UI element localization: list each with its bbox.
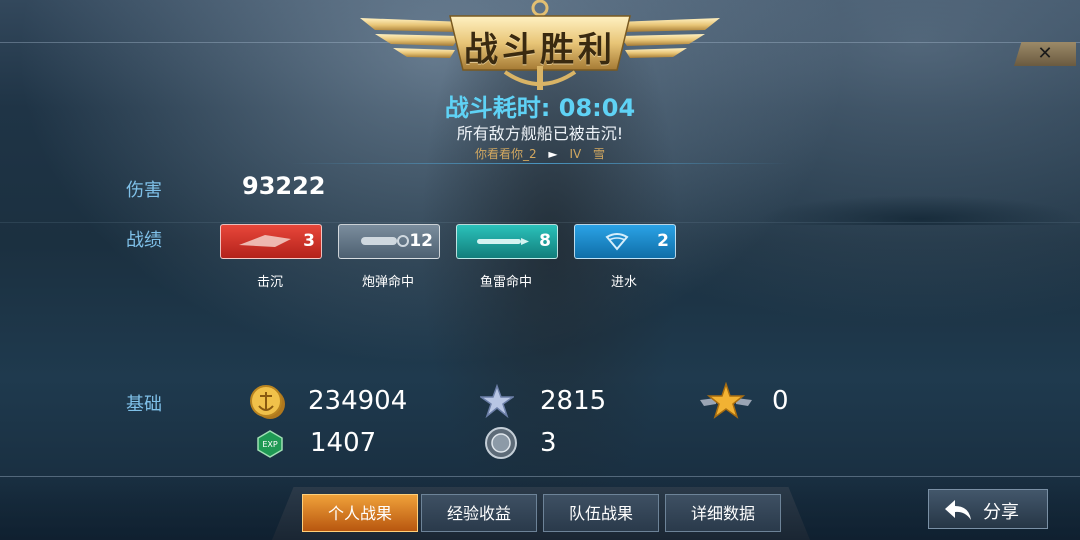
gold-value: 234904 (308, 386, 408, 416)
badge-label-shell: 炮弹命中 (361, 275, 414, 290)
svg-text:EXP: EXP (262, 440, 278, 449)
badge-sunk[interactable]: 3 (220, 224, 322, 259)
share-label: 分享 (983, 502, 1019, 523)
exp-icon: EXP (257, 430, 283, 458)
badge-label-sunk: 击沉 (256, 275, 283, 290)
shell-icon (361, 235, 409, 247)
gold-star-icon (700, 382, 752, 419)
torpedo-icon (477, 238, 529, 245)
badge-label-flooding: 进水 (610, 275, 637, 290)
tab-detailed-data[interactable]: 详细数据 (665, 494, 781, 532)
record-label: 战绩 (126, 230, 162, 251)
battle-duration: 战斗耗时: 08:04 (444, 94, 636, 122)
badge-count: 3 (303, 231, 315, 251)
silver-star-icon (480, 384, 514, 418)
badge-count: 2 (657, 231, 669, 251)
sunk-ship-icon (239, 235, 291, 247)
flooding-icon (605, 233, 629, 251)
close-button[interactable]: ✕ (1014, 42, 1076, 66)
badge-count: 12 (409, 231, 433, 251)
share-button[interactable]: 分享 (928, 489, 1048, 529)
close-icon: ✕ (1037, 43, 1053, 64)
horizon (0, 222, 1080, 223)
background-island (760, 195, 1080, 225)
tab-exp-gain[interactable]: 经验收益 (421, 494, 537, 532)
damage-label: 伤害 (126, 180, 162, 201)
ship-rank: IV (569, 147, 582, 161)
gold-coin-icon (250, 385, 285, 419)
silver-star-value: 2815 (540, 386, 607, 416)
badge-torpedo-hits[interactable]: 8 (456, 224, 558, 259)
basic-label: 基础 (126, 394, 162, 415)
arrow-icon: ► (548, 147, 558, 161)
player-info: 你看看你_2 ► IV 雪 (0, 145, 1080, 162)
medal-icon (485, 427, 517, 459)
badge-count: 8 (539, 231, 551, 251)
exp-value: 1407 (310, 428, 377, 458)
victory-emblem: 战斗胜利 (355, 0, 725, 95)
tab-team-results[interactable]: 队伍战果 (543, 494, 659, 532)
bottom-divider (0, 476, 1080, 477)
battle-result-text: 所有敌方舰船已被击沉! (456, 124, 624, 143)
header-divider (290, 163, 790, 164)
victory-title: 战斗胜利 (464, 30, 616, 70)
badge-label-torpedo: 鱼雷命中 (479, 275, 532, 290)
medal-value: 3 (540, 428, 557, 458)
gold-star-value: 0 (772, 386, 789, 416)
damage-value: 93222 (242, 172, 326, 200)
ship-name: 雪 (593, 147, 606, 161)
badge-flooding[interactable]: 2 (574, 224, 676, 259)
badge-shell-hits[interactable]: 12 (338, 224, 440, 259)
player-name: 你看看你_2 (474, 147, 537, 161)
tab-personal-results[interactable]: 个人战果 (302, 494, 418, 532)
share-arrow-icon (945, 500, 971, 520)
